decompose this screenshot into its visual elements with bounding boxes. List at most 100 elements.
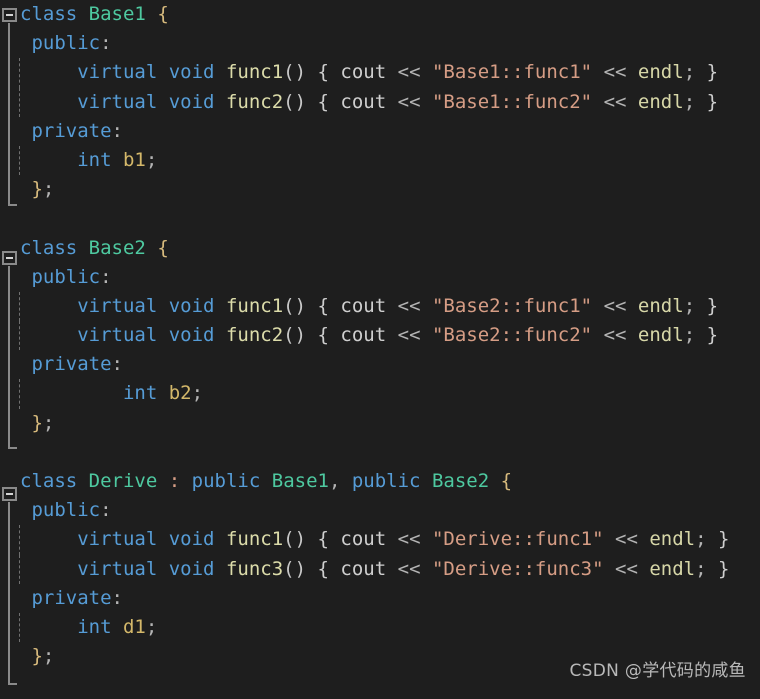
code-line[interactable]: int b1; <box>0 145 760 176</box>
code-token: ; <box>695 557 707 580</box>
code-token: ; <box>42 411 55 434</box>
code-line[interactable]: class Derive : public Base1, public Base… <box>0 467 760 496</box>
code-token: : <box>100 265 112 288</box>
code-token: endl <box>649 557 696 580</box>
code-token: virtual <box>77 324 158 347</box>
code-token: { <box>317 324 329 347</box>
code-token: func1 <box>225 528 284 551</box>
code-token: func3 <box>225 557 284 580</box>
code-token: virtual <box>77 557 158 580</box>
code-token: public <box>31 499 101 522</box>
code-token: cout <box>340 557 387 580</box>
code-line[interactable] <box>0 204 760 233</box>
code-token: : <box>168 470 181 492</box>
code-token: private <box>31 353 112 376</box>
code-token: { <box>157 3 169 25</box>
code-line[interactable]: }; <box>0 175 760 204</box>
code-line[interactable] <box>0 438 760 467</box>
code-token: ; <box>683 90 696 113</box>
code-line[interactable]: public: <box>0 496 760 525</box>
code-token: cout <box>340 528 387 551</box>
code-token: Base2 <box>88 236 146 259</box>
code-token: : <box>111 586 123 609</box>
code-line[interactable]: virtual void func3() { cout << "Derive::… <box>0 554 760 584</box>
code-token: func2 <box>225 90 284 113</box>
code-token: ; <box>145 148 158 171</box>
code-token: ; <box>683 61 696 84</box>
code-line[interactable]: virtual void func2() { cout << "Base2::f… <box>0 321 760 351</box>
code-token: } <box>706 294 719 317</box>
code-token: d1 <box>122 615 146 638</box>
code-line[interactable]: private: <box>0 584 760 613</box>
code-editor[interactable]: class Base1 { public: virtual void func1… <box>0 0 760 699</box>
code-line[interactable]: int d1; <box>0 612 760 643</box>
code-line[interactable]: int b2; <box>0 379 760 409</box>
code-line[interactable]: }; <box>0 409 760 438</box>
code-token: { <box>317 294 329 317</box>
code-token: int <box>122 382 158 405</box>
code-line[interactable]: class Base2 { <box>0 234 760 263</box>
code-token: void <box>168 61 215 84</box>
code-line[interactable]: private: <box>0 117 760 146</box>
code-token: virtual <box>77 294 158 317</box>
code-line[interactable]: class Base1 { <box>0 0 760 29</box>
code-content[interactable]: class Base1 { public: virtual void func1… <box>0 0 760 671</box>
code-token: << <box>615 528 638 551</box>
code-line[interactable]: private: <box>0 350 760 379</box>
code-token: void <box>168 90 215 113</box>
code-token: endl <box>649 528 696 551</box>
code-line[interactable]: virtual void func1() { cout << "Base2::f… <box>0 291 760 322</box>
code-token: b1 <box>122 148 146 171</box>
code-line[interactable]: virtual void func1() { cout << "Base1::f… <box>0 58 760 88</box>
code-line[interactable]: public: <box>0 29 760 58</box>
code-token: << <box>603 324 627 347</box>
code-token: << <box>603 294 627 317</box>
code-token: endl <box>637 294 684 317</box>
code-token: () <box>283 324 307 347</box>
code-line[interactable]: virtual void func1() { cout << "Derive::… <box>0 525 760 555</box>
code-line[interactable]: public: <box>0 263 760 292</box>
code-token: () <box>283 557 307 580</box>
code-token: : <box>100 499 112 522</box>
code-token: Base1 <box>271 470 329 492</box>
code-token: () <box>283 528 307 551</box>
code-token: } <box>706 90 719 113</box>
code-line[interactable]: virtual void func2() { cout << "Base1::f… <box>0 87 760 117</box>
code-token: ; <box>695 528 707 551</box>
